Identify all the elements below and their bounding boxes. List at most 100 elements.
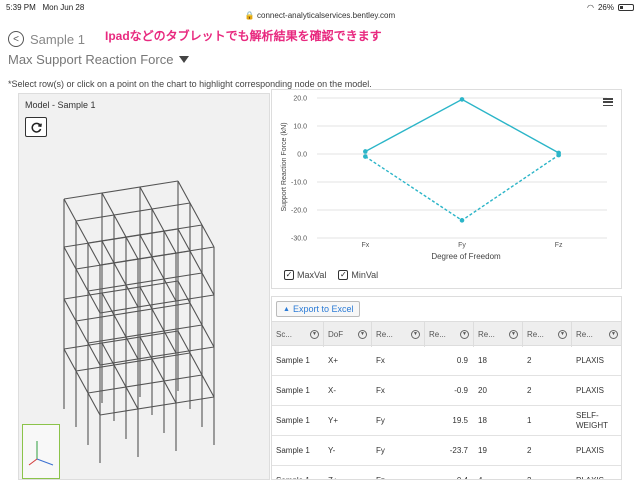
reaction-force-chart[interactable]: 20.0 10.0 0.0 -10.0 -20.0 -30.0 Fx Fy Fz Suppor… [272,90,623,268]
table-cell: Z+ [324,466,372,479]
crumb-sample[interactable]: Sample 1 [30,32,85,47]
table-cell: 2 [527,446,532,455]
data-point[interactable] [363,149,368,154]
status-right: ◠ 26% [587,3,634,12]
axis-widget[interactable] [22,424,60,479]
sort-icon[interactable]: ▼ [310,330,319,339]
beam [63,280,179,300]
y-tick-label: -30.0 [291,236,307,243]
table-cell: PLAXIS [576,356,605,365]
column-header-label: Re... [429,330,446,339]
section-dropdown[interactable]: Max Support Reaction Force [8,52,190,67]
checkbox-checked-icon[interactable]: ✓ [284,270,294,280]
export-to-excel-button[interactable]: ▲ Export to Excel [276,301,361,317]
beam [177,280,215,348]
y-tick-label: 0.0 [297,152,307,159]
model-viewer[interactable]: Model - Sample 1 [18,93,270,480]
url-text: connect-analyticalservices.bentley.com [257,11,396,20]
hint-text: *Select row(s) or click on a point on th… [8,79,372,89]
sort-icon[interactable]: ▼ [411,330,420,339]
x-tick-label: Fy [458,242,466,249]
column-header[interactable]: Re... ▼ [523,322,572,347]
table-cell: 2 [523,466,572,479]
beam [177,228,215,296]
beam [63,330,179,350]
table-cell: Fx [376,386,385,395]
structure-model[interactable] [19,94,271,480]
chart-menu-icon[interactable] [603,98,613,106]
table-cell: 19.5 [452,416,468,425]
table-cell: PLAXIS [576,446,605,455]
x-tick-label: Fx [361,242,369,249]
column-header[interactable]: Re... ▼ [572,322,621,347]
sort-icon[interactable]: ▼ [558,330,567,339]
table-cell: 20 [478,386,487,395]
sort-icon[interactable]: ▼ [460,330,469,339]
data-point[interactable] [459,218,465,223]
y-tick-label: 10.0 [293,124,307,131]
sort-icon[interactable]: ▼ [609,330,618,339]
back-button[interactable]: < [8,31,24,47]
column-header[interactable]: Re... ▼ [474,322,523,347]
table-header: Sc... ▼ DoF ▼ Re... ▼ Re... ▼ Re... ▼ Re... ▼ Re... ▼ [272,321,621,347]
sort-icon[interactable]: ▼ [358,330,367,339]
sort-icon[interactable]: ▼ [509,330,518,339]
beam [139,234,177,302]
table-cell: 0.4 [425,466,474,479]
table-row[interactable]: Sample 1 Y- Fy -23.7 19 2 PLAXIS [272,436,621,466]
beam [63,198,101,266]
legend-minval[interactable]: ✓ MinVal [338,270,378,280]
beam [63,348,101,416]
chart-panel: 20.0 10.0 0.0 -10.0 -20.0 -30.0 Fx Fy Fz Suppor… [271,89,622,289]
column-header[interactable]: Sc... ▼ [272,322,324,347]
url-bar[interactable]: 🔒 connect-analyticalservices.bentley.com [0,11,640,20]
beam [75,250,191,270]
data-point[interactable] [459,97,465,102]
model-label: Model - Sample 1 [25,100,96,110]
beam [63,228,179,248]
table-row[interactable]: Sample 1Z+Fz0.442PLAXIS [272,466,621,479]
status-bar: 5:39 PM Mon Jun 28 🔒 connect-analyticals… [0,0,640,20]
column-header-label: DoF [328,330,344,339]
table-cell: Y- [328,446,336,455]
x-axis-label: Degree of Freedom [431,252,501,261]
y-axis-label: Support Reaction Force (kN) [281,122,288,211]
column-header[interactable]: Re... ▼ [425,322,474,347]
chart-legend: ✓ MaxVal ✓ MinVal [284,270,378,280]
column-header[interactable]: Re... ▼ [372,322,425,347]
table-cell: 18 [478,416,487,425]
table-cell: Fx [376,356,385,365]
beam [75,202,191,222]
refresh-button[interactable] [25,117,47,137]
table-cell: -23.7 [449,446,468,455]
series-line [364,154,560,222]
beam [101,342,139,410]
x-tick-label: Fz [555,242,563,249]
data-point[interactable] [556,152,561,158]
table-row[interactable]: Sample 1 Y+ Fy 19.5 18 1 SELF-WEIGHT [272,406,621,436]
checkbox-checked-icon[interactable]: ✓ [338,270,349,280]
section-title: Max Support Reaction Force [8,52,174,67]
column-header[interactable]: DoF ▼ [324,322,372,347]
table-cell: Sample 1 [272,466,324,479]
chevron-left-icon: < [13,33,19,45]
table-cell: SELF-WEIGHT [576,411,608,430]
wifi-icon: ◠ [587,3,594,12]
caret-up-icon: ▲ [283,305,290,313]
table-cell: 1 [527,416,532,425]
beam [139,186,177,254]
column-header-label: Re... [576,330,593,339]
column-header-label: Re... [527,330,544,339]
beam [87,324,203,344]
table-cell: X+ [328,356,339,365]
data-point[interactable] [363,154,368,159]
table-row[interactable]: Sample 1 X+ Fx 0.9 18 2 PLAXIS [272,346,621,376]
table-cell: Sample 1 [276,386,310,395]
table-row[interactable]: Sample 1 X- Fx -0.9 20 2 PLAXIS [272,376,621,406]
y-tick-label: -20.0 [291,208,307,215]
beam [99,294,215,314]
table-cell: 19 [478,446,487,455]
table-cell: 2 [527,356,532,365]
legend-maxval[interactable]: ✓ MaxVal [284,270,326,280]
table-cell: Fy [376,446,385,455]
